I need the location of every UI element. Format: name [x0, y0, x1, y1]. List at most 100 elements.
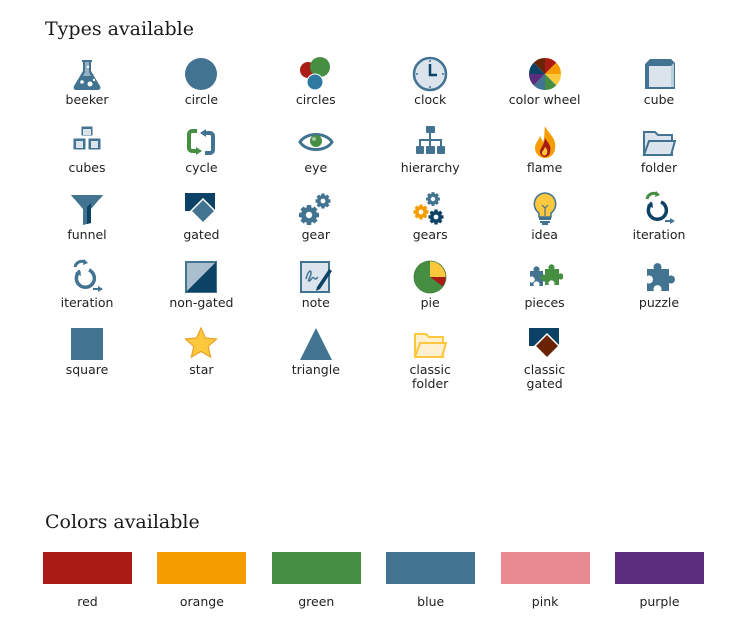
- type-item-label: note: [301, 294, 330, 310]
- pieces-icon: [529, 263, 563, 286]
- type-item-label: circles: [295, 92, 336, 107]
- type-item-label: cube: [643, 92, 675, 107]
- folder-icon: [642, 130, 677, 156]
- type-item-label: star: [189, 362, 214, 377]
- color-label: blue: [417, 594, 445, 609]
- type-item-label: square: [65, 362, 109, 377]
- type-item: classic folder: [373, 326, 487, 391]
- type-item-label: classic: [523, 362, 566, 377]
- puzzle-icon: [647, 262, 675, 291]
- type-item: note: [259, 259, 373, 310]
- gear-icon: [298, 193, 331, 225]
- type-item-label: iteration: [632, 227, 686, 242]
- type-item: puzzle: [602, 259, 716, 310]
- type-item: idea: [488, 191, 602, 242]
- classic-gated-icon: [528, 328, 560, 360]
- type-item-label: iteration: [60, 294, 114, 310]
- type-item: iteration: [602, 191, 716, 242]
- type-item-label: classic: [409, 362, 451, 377]
- types-section-title: Types available: [45, 18, 194, 40]
- color-label: purple: [639, 594, 680, 609]
- iteration-color-icon: [645, 191, 675, 224]
- type-item: gear: [259, 191, 373, 242]
- type-item-label: eye: [304, 159, 328, 175]
- type-item: star: [144, 326, 258, 377]
- type-item: classic gated: [488, 326, 602, 391]
- type-item-label: flame: [526, 159, 563, 175]
- type-item: eye: [259, 124, 373, 175]
- cubes-icon: [72, 125, 102, 150]
- color-swatch-red: [43, 552, 132, 584]
- type-item-label: funnel: [67, 227, 107, 242]
- star-icon: [184, 326, 219, 359]
- lightbulb-icon: [533, 192, 557, 225]
- type-item-label: non-gated: [169, 294, 234, 310]
- type-item: square: [30, 326, 144, 377]
- eye-icon: [298, 132, 334, 151]
- type-item-label: color wheel: [508, 92, 581, 107]
- type-item-label: gated: [183, 227, 220, 242]
- type-item-label: puzzle: [638, 294, 680, 310]
- type-item: circle: [144, 56, 258, 107]
- type-item: gears: [373, 191, 487, 242]
- type-item: pieces: [488, 259, 602, 310]
- type-item-label: gears: [412, 227, 448, 242]
- color-label: orange: [179, 594, 224, 609]
- cycle-icon: [187, 128, 216, 155]
- type-item-label: cubes: [68, 159, 106, 175]
- cube-icon: [645, 59, 675, 89]
- type-item: circles: [259, 56, 373, 107]
- color-swatch-orange: [157, 552, 247, 584]
- flame-icon: [534, 125, 555, 158]
- type-item: folder: [602, 124, 716, 175]
- note-icon: [299, 260, 332, 293]
- iteration-icon: [73, 258, 103, 292]
- type-item-label: gated: [526, 376, 563, 391]
- type-item: cubes: [30, 124, 144, 175]
- colors-section-title: Colors available: [45, 511, 200, 533]
- color-label: red: [77, 594, 98, 609]
- type-item-label: pieces: [524, 294, 565, 310]
- type-item: non-gated: [144, 259, 258, 310]
- pie-icon: [413, 260, 447, 293]
- type-item-label: hierarchy: [400, 159, 460, 175]
- type-item: iteration: [30, 258, 144, 310]
- type-item-label: clock: [414, 92, 447, 107]
- circle-icon: [185, 58, 218, 90]
- type-item: hierarchy: [373, 124, 487, 175]
- color-label: green: [298, 594, 335, 609]
- type-item: color wheel: [488, 56, 602, 107]
- color-swatch-green: [271, 552, 361, 584]
- funnel-icon: [71, 195, 103, 225]
- type-item: cycle: [144, 124, 258, 175]
- type-item-label: pie: [420, 294, 440, 310]
- color-swatch-pink: [500, 552, 590, 584]
- type-item-label: folder: [640, 159, 678, 175]
- type-item: triangle: [259, 326, 373, 377]
- type-item-label: circle: [184, 92, 219, 107]
- non-gated-icon: [185, 260, 218, 293]
- gated-icon: [185, 193, 217, 225]
- hierarchy-icon: [416, 125, 446, 154]
- type-item: gated: [144, 191, 258, 242]
- type-item-label: beeker: [65, 92, 109, 107]
- type-item-label: idea: [531, 227, 558, 242]
- color-wheel-icon: [528, 58, 561, 90]
- color-swatch-blue: [386, 552, 476, 584]
- clock-icon: [412, 56, 448, 92]
- type-item: beeker: [30, 56, 144, 107]
- type-item: flame: [488, 124, 602, 175]
- classic-folder-icon: [413, 333, 448, 358]
- color-swatch-purple: [615, 552, 704, 584]
- type-item-label: gear: [301, 227, 331, 242]
- beaker-icon: [73, 60, 101, 90]
- color-label: pink: [531, 594, 559, 609]
- triangle-icon: [299, 328, 332, 360]
- gears-icon: [413, 192, 444, 225]
- type-item-label: cycle: [185, 159, 218, 175]
- circles-icon: [299, 57, 330, 91]
- type-item-label: triangle: [291, 362, 340, 377]
- type-item: cube: [602, 56, 716, 107]
- square-icon: [71, 328, 103, 360]
- type-item: pie: [373, 259, 487, 310]
